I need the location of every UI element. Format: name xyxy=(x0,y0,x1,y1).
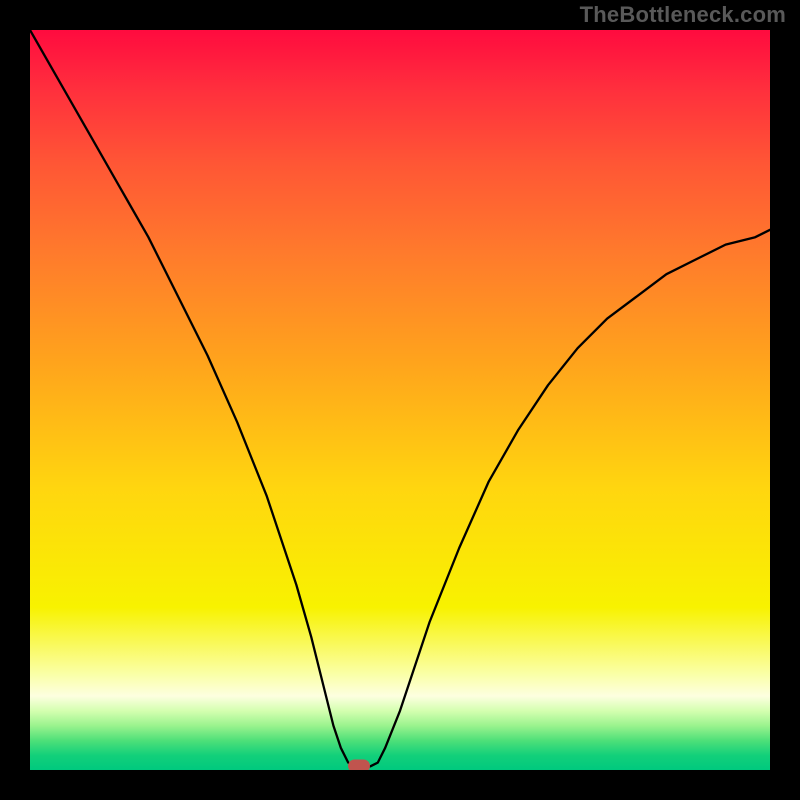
watermark-text: TheBottleneck.com xyxy=(580,2,786,28)
plot-area xyxy=(30,30,770,770)
chart-frame: TheBottleneck.com xyxy=(0,0,800,800)
bottleneck-curve xyxy=(30,30,770,766)
optimal-marker xyxy=(348,760,370,770)
curve-svg xyxy=(30,30,770,770)
